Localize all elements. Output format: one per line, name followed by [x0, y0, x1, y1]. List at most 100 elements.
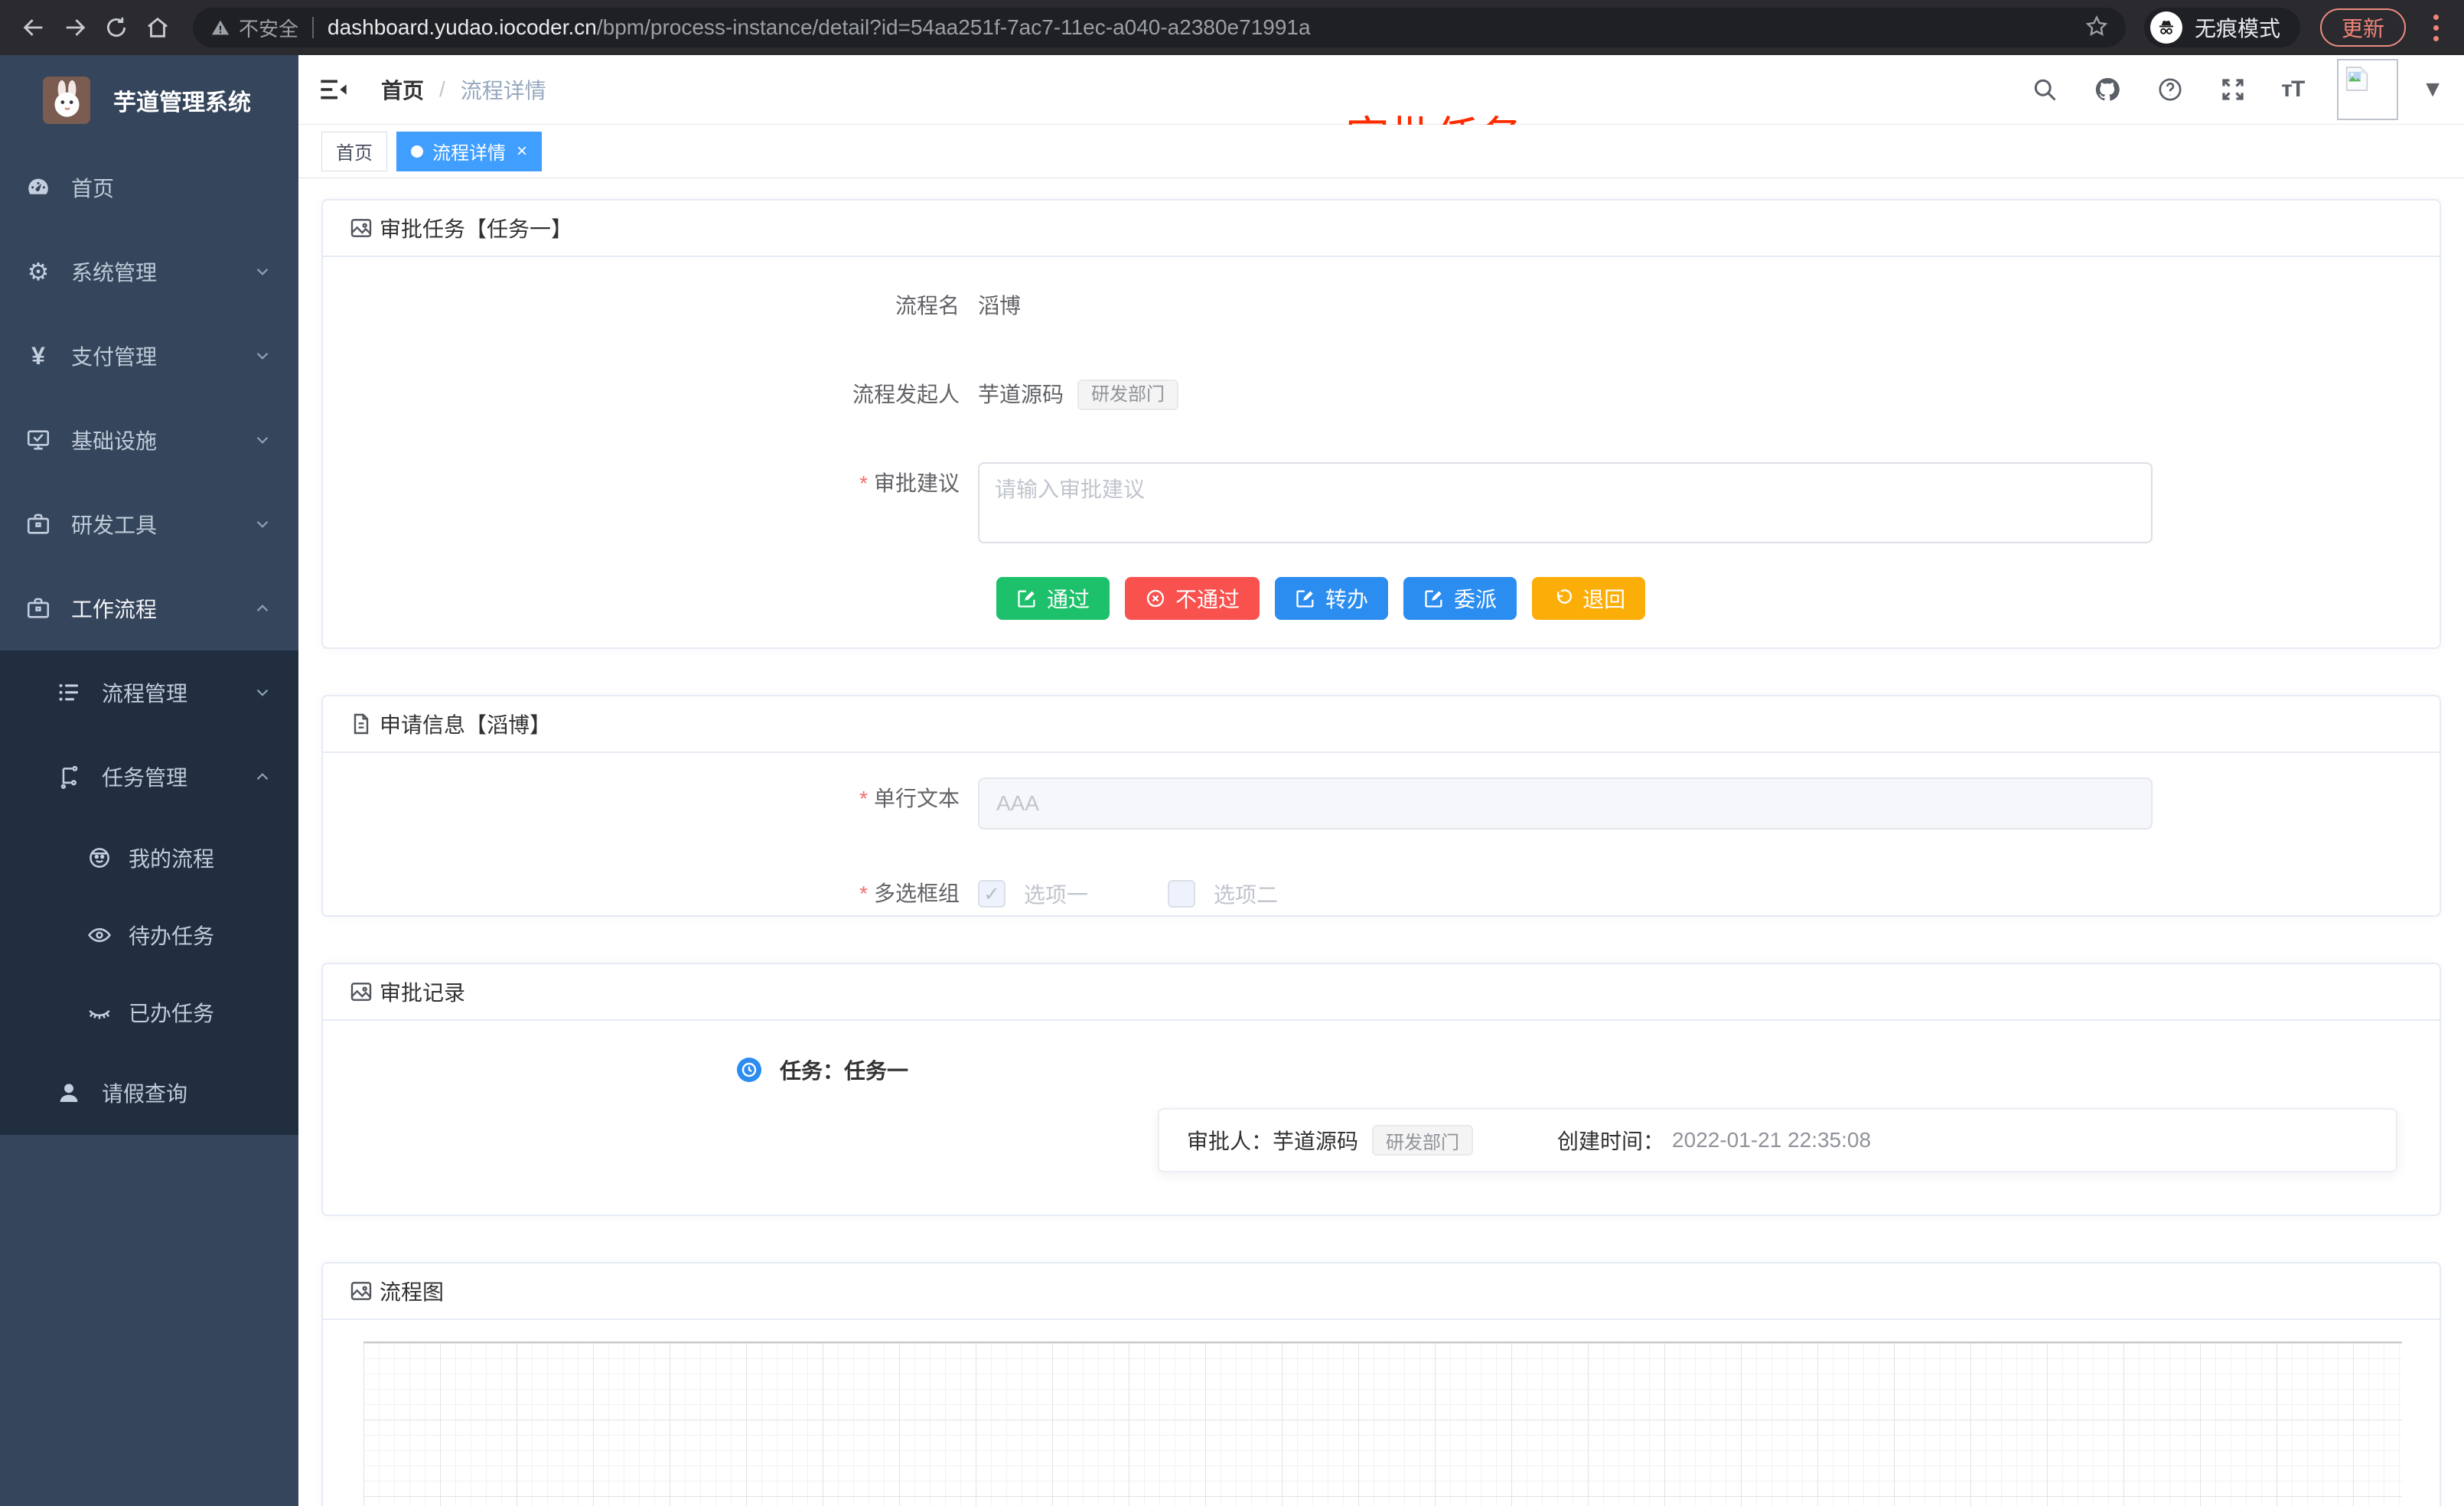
checkbox-unchecked: [1168, 880, 1195, 908]
fullscreen-button[interactable]: [2218, 75, 2247, 104]
single-line-text-input: [978, 777, 2153, 830]
sidebar-item-label: 任务管理: [102, 761, 187, 792]
browser-chrome: 不安全 dashboard.yudao.iocoder.cn/bpm/proce…: [0, 0, 2464, 55]
tab-label: 流程详情: [432, 138, 506, 165]
sidebar-item-label: 基础设施: [71, 425, 157, 455]
eye-open-icon: [86, 922, 113, 948]
picture-icon: [349, 1279, 373, 1303]
sidebar: 芋道管理系统 首页 ⚙ 系统管理 ¥ 支付管理 基础设施: [0, 55, 298, 1506]
eye-closed-icon: [86, 999, 113, 1025]
sidebar-item-devtools[interactable]: 研发工具: [0, 482, 298, 566]
sidebar-item-leave-query[interactable]: 请假查询: [0, 1051, 298, 1135]
sidebar-item-todo-tasks[interactable]: 待办任务: [0, 896, 298, 973]
help-button[interactable]: [2156, 75, 2185, 104]
browser-back-button[interactable]: [17, 11, 51, 44]
hamburger-icon: [318, 74, 349, 105]
sidebar-item-done-tasks[interactable]: 已办任务: [0, 973, 298, 1051]
tab-label: 首页: [336, 138, 373, 165]
button-label: 不通过: [1175, 583, 1240, 614]
dashboard-icon: [24, 174, 52, 200]
breadcrumb-home[interactable]: 首页: [381, 74, 424, 105]
app-logo[interactable]: 芋道管理系统: [0, 55, 298, 145]
chevron-down-icon: [253, 430, 272, 450]
star-icon: [2084, 14, 2109, 38]
tags-view-bar: 首页 流程详情 ×: [298, 125, 2464, 178]
incognito-icon: [2150, 11, 2182, 44]
sidebar-item-system[interactable]: ⚙ 系统管理: [0, 230, 298, 314]
suggestion-textarea[interactable]: [978, 462, 2153, 543]
address-bar[interactable]: 不安全 dashboard.yudao.iocoder.cn/bpm/proce…: [193, 8, 2126, 47]
browser-update-button[interactable]: 更新: [2320, 8, 2406, 47]
undo-icon: [1552, 588, 1573, 609]
browser-home-button[interactable]: [141, 11, 174, 44]
card-title: 流程图: [380, 1276, 444, 1306]
delegate-button[interactable]: 委派: [1403, 577, 1517, 620]
font-size-button[interactable]: ᴛT: [2281, 77, 2303, 103]
url-text: dashboard.yudao.iocoder.cn/bpm/process-i…: [328, 15, 2084, 40]
close-icon[interactable]: ×: [517, 142, 527, 161]
card-body: 单行文本 多选框组 ✓ 选项一 选项二: [323, 753, 2440, 915]
sidebar-item-process-management[interactable]: 流程管理: [0, 650, 298, 735]
card-header: 流程图: [323, 1263, 2440, 1320]
approval-buttons: 通过 不通过 转办 委派: [996, 577, 2412, 620]
field-value: 滔博: [978, 285, 1021, 328]
app-title: 芋道管理系统: [113, 83, 251, 117]
approver-name: 芋道源码: [1273, 1125, 1358, 1156]
chevron-down-icon: [253, 346, 272, 366]
sidebar-item-home[interactable]: 首页: [0, 145, 298, 230]
tab-home[interactable]: 首页: [321, 132, 387, 171]
breadcrumb: 首页 / 流程详情: [381, 74, 546, 105]
button-label: 通过: [1047, 583, 1090, 614]
broken-image-icon: [2342, 64, 2372, 94]
sidebar-item-label: 工作流程: [71, 593, 157, 624]
sidebar-item-my-process[interactable]: 我的流程: [0, 819, 298, 896]
sidebar-item-label: 我的流程: [129, 843, 214, 873]
url-path: /bpm/process-instance/detail?id=54aa251f…: [597, 15, 1311, 39]
incognito-label: 无痕模式: [2195, 12, 2280, 43]
warning-triangle-icon: [210, 17, 231, 38]
tab-process-detail[interactable]: 流程详情 ×: [396, 132, 542, 171]
monitor-check-icon: [24, 427, 52, 453]
sidebar-collapse-button[interactable]: [318, 74, 349, 105]
sidebar-item-task-management[interactable]: 任务管理: [0, 735, 298, 819]
form-row-text: 单行文本: [350, 777, 2412, 830]
approve-button[interactable]: 通过: [996, 577, 1110, 620]
active-dot: [411, 145, 423, 158]
card-header: 申请信息【滔博】: [323, 696, 2440, 753]
user-icon: [55, 1080, 83, 1106]
reject-button[interactable]: 不通过: [1125, 577, 1260, 620]
bpmn-canvas[interactable]: [363, 1341, 2402, 1506]
browser-reload-button[interactable]: [99, 11, 133, 44]
home-icon: [145, 15, 171, 41]
task-title: 任务：任务一: [780, 1055, 908, 1085]
initiator-name: 芋道源码: [978, 373, 1064, 416]
search-button[interactable]: [2030, 75, 2059, 104]
card-title: 审批记录: [380, 976, 465, 1007]
browser-menu-button[interactable]: [2424, 15, 2447, 41]
face-icon: [86, 845, 113, 871]
sidebar-item-payment[interactable]: ¥ 支付管理: [0, 314, 298, 398]
sidebar-item-infrastructure[interactable]: 基础设施: [0, 398, 298, 482]
reload-icon: [103, 15, 129, 41]
avatar-caret-button[interactable]: ▼: [2421, 77, 2444, 103]
sidebar-item-label: 支付管理: [71, 341, 157, 371]
return-button[interactable]: 退回: [1532, 577, 1645, 620]
chevron-up-icon: [253, 598, 272, 618]
security-warning[interactable]: 不安全: [210, 14, 298, 42]
url-divider: [312, 17, 314, 38]
transfer-button[interactable]: 转办: [1275, 577, 1388, 620]
avatar[interactable]: [2337, 59, 2398, 120]
sidebar-item-label: 流程管理: [102, 677, 187, 708]
time-label: 创建时间：: [1557, 1125, 1664, 1156]
breadcrumb-current: 流程详情: [461, 74, 546, 105]
document-icon: [349, 712, 373, 736]
approval-task-card: 审批任务【任务一】 流程名 滔博 流程发起人 芋道源码 研发部门 审批建议: [321, 199, 2441, 649]
flow-tree-icon: [55, 764, 83, 790]
checkbox-label: 选项一: [1024, 878, 1088, 909]
browser-forward-button[interactable]: [58, 11, 92, 44]
button-label: 委派: [1454, 583, 1497, 614]
sidebar-item-workflow[interactable]: 工作流程: [0, 566, 298, 650]
bookmark-star-button[interactable]: [2084, 14, 2109, 42]
checkbox-checked: ✓: [978, 880, 1005, 908]
github-button[interactable]: [2093, 75, 2122, 104]
